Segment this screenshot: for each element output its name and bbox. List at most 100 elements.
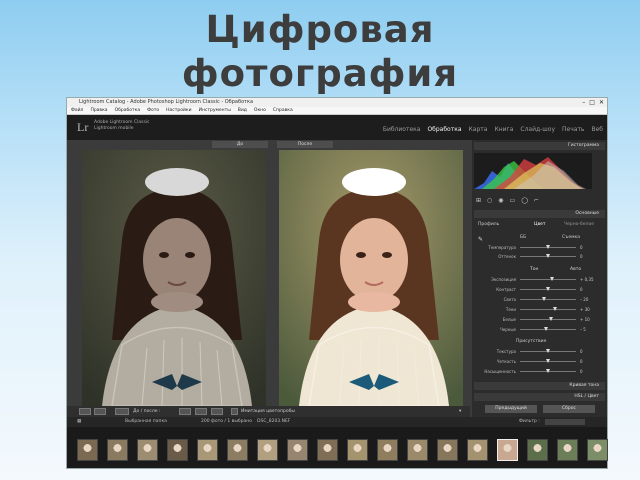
minimize-button[interactable]: – (582, 99, 585, 106)
module-slideshow[interactable]: Слайд-шоу (520, 126, 555, 133)
slider-value[interactable]: – 5 (580, 326, 586, 333)
slider-presence-1[interactable]: Четкость 0 (478, 358, 598, 365)
previous-button[interactable]: Предыдущий (485, 405, 537, 413)
slider-knob[interactable] (546, 359, 550, 363)
filmstrip-thumbnail[interactable] (437, 439, 458, 461)
filmstrip-thumbnail[interactable] (137, 439, 158, 461)
slider-value[interactable]: + 30 (580, 306, 590, 313)
slider-value[interactable]: 0 (580, 358, 583, 365)
histogram-header[interactable]: Гистограмма (474, 142, 605, 150)
hsl-header[interactable]: HSL / Цвет (474, 393, 605, 401)
slider-tone-2[interactable]: Света – 20 (478, 296, 598, 303)
slider-tone-5[interactable]: Черные – 5 (478, 326, 598, 333)
filmstrip-thumbnail[interactable] (377, 439, 398, 461)
filmstrip-thumbnail[interactable] (227, 439, 248, 461)
treatment-bw[interactable]: Черно-белое (564, 222, 594, 227)
loupe-view-button[interactable] (79, 408, 91, 415)
slider-knob[interactable] (546, 349, 550, 353)
filmstrip-thumbnail[interactable] (527, 439, 548, 461)
slider-knob[interactable] (546, 369, 550, 373)
menu-develop[interactable]: Обработка (115, 107, 141, 114)
filmstrip-thumbnail[interactable] (167, 439, 188, 461)
close-button[interactable]: ✕ (599, 99, 604, 106)
module-book[interactable]: Книга (494, 126, 513, 133)
filmstrip-thumbnail[interactable] (77, 439, 98, 461)
brush-icon[interactable]: ⌐ (534, 197, 539, 206)
filmstrip-thumbnail[interactable] (107, 439, 128, 461)
slider-knob[interactable] (546, 287, 550, 291)
slider-value[interactable]: 0 (580, 368, 583, 375)
slider-tone-0[interactable]: Экспозиция + 0,35 (478, 276, 598, 283)
module-library[interactable]: Библиотека (383, 126, 421, 133)
slider-value[interactable]: – 20 (580, 296, 588, 303)
basic-header[interactable]: Основные (474, 210, 605, 218)
menu-edit[interactable]: Правка (90, 107, 107, 114)
compare-view-button[interactable] (94, 408, 106, 415)
module-print[interactable]: Печать (562, 126, 584, 133)
module-web[interactable]: Веб (591, 126, 603, 133)
menu-tools[interactable]: Инструменты (199, 107, 231, 114)
slider-track[interactable] (520, 299, 576, 300)
maximize-button[interactable]: □ (589, 99, 595, 106)
slider-track[interactable] (520, 279, 576, 280)
after-photo[interactable] (279, 150, 463, 406)
menu-settings[interactable]: Настройки (166, 107, 191, 114)
softproof-checkbox[interactable] (231, 408, 238, 415)
filter-dropdown[interactable] (545, 419, 585, 425)
slider-value[interactable]: 0 (580, 244, 583, 251)
spot-removal-icon[interactable]: ○ (487, 197, 492, 206)
slider-track[interactable] (520, 309, 576, 310)
menu-help[interactable]: Справка (273, 107, 293, 114)
graduated-filter-icon[interactable]: ▭ (510, 197, 516, 206)
slider-tone-3[interactable]: Тени + 30 (478, 306, 598, 313)
slider-wb-1[interactable]: Оттенок 0 (478, 253, 598, 260)
slider-knob[interactable] (544, 327, 549, 331)
filmstrip-source[interactable]: Выбранная папка (125, 417, 167, 427)
wb-value[interactable]: Съемка (562, 235, 580, 240)
menu-file[interactable]: Файл (71, 107, 83, 114)
tone-auto-button[interactable]: Авто (570, 267, 581, 272)
slider-presence-0[interactable]: Текстура 0 (478, 348, 598, 355)
filmstrip-thumbnail[interactable] (587, 439, 608, 461)
slider-presence-2[interactable]: Насыщенность 0 (478, 368, 598, 375)
menu-photo[interactable]: Фото (147, 107, 159, 114)
filmstrip-thumbnail[interactable] (497, 439, 518, 461)
reset-button[interactable]: Сброс (543, 405, 595, 413)
menu-window[interactable]: Окно (254, 107, 266, 114)
slider-value[interactable]: + 10 (580, 316, 590, 323)
crop-tool-icon[interactable]: ⊞ (476, 197, 481, 206)
wb-eyedropper-icon[interactable]: ✎ (478, 236, 483, 243)
filmstrip-thumbnail[interactable] (257, 439, 278, 461)
slider-knob[interactable] (553, 307, 558, 311)
module-map[interactable]: Карта (469, 126, 488, 133)
slider-tone-4[interactable]: Белые + 10 (478, 316, 598, 323)
filmstrip-thumbnail[interactable] (407, 439, 428, 461)
slider-knob[interactable] (546, 254, 550, 258)
grid-view-icon[interactable]: ▦ (77, 417, 81, 427)
filmstrip-thumbnail[interactable] (557, 439, 578, 461)
red-eye-icon[interactable]: ◉ (498, 197, 503, 206)
before-after-toggle[interactable] (115, 408, 129, 415)
slider-value[interactable]: 0 (580, 253, 583, 260)
slider-tone-1[interactable]: Контраст 0 (478, 286, 598, 293)
slider-value[interactable]: + 0,35 (580, 276, 594, 283)
slider-knob[interactable] (550, 277, 555, 281)
tone-curve-header[interactable]: Кривая тона (474, 382, 605, 390)
slider-value[interactable]: 0 (580, 348, 583, 355)
swap-button[interactable] (211, 408, 223, 415)
filmstrip-thumbnail[interactable] (467, 439, 488, 461)
slider-knob[interactable] (546, 245, 550, 249)
module-develop[interactable]: Обработка (427, 126, 461, 133)
filmstrip-thumbnail[interactable] (287, 439, 308, 461)
slider-wb-0[interactable]: Температура 0 (478, 244, 598, 251)
slider-knob[interactable] (548, 317, 553, 321)
filmstrip-thumbnail[interactable] (317, 439, 338, 461)
menu-view[interactable]: Вид (238, 107, 247, 114)
filmstrip-thumbnail[interactable] (197, 439, 218, 461)
before-photo[interactable] (82, 150, 266, 406)
copy-before-button[interactable] (179, 408, 191, 415)
toolbar-menu-icon[interactable]: ▾ (459, 408, 461, 415)
copy-after-button[interactable] (195, 408, 207, 415)
slider-value[interactable]: 0 (580, 286, 583, 293)
radial-filter-icon[interactable]: ◯ (521, 197, 528, 206)
